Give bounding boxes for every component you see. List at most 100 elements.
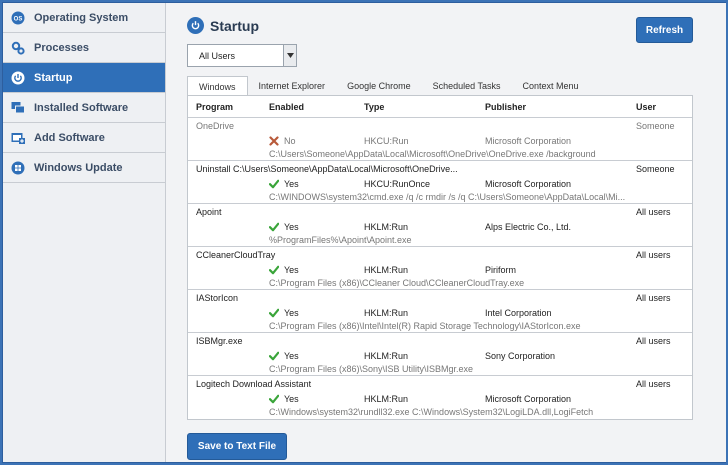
tab-windows[interactable]: Windows [187, 76, 248, 96]
windows-logo-icon [11, 161, 25, 175]
table-row[interactable]: Logitech Download Assistant All users Ye… [188, 376, 692, 419]
program-name: Logitech Download Assistant [196, 379, 312, 389]
command-cell: C:\WINDOWS\system32\cmd.exe /q /c rmdir … [269, 192, 626, 202]
publisher-cell: Microsoft Corporation [485, 394, 572, 404]
save-to-text-file-button[interactable]: Save to Text File [187, 433, 287, 460]
type-cell: HKLM:Run [364, 222, 409, 232]
program-name: ISBMgr.exe [196, 336, 243, 346]
enabled-cell: Yes [269, 308, 299, 318]
user-cell: All users [636, 336, 671, 346]
user-filter-dropdown[interactable]: All Users [187, 44, 297, 67]
type-cell: HKLM:Run [364, 351, 409, 361]
table-row[interactable]: Apoint All users Yes HKLM:Run Alps Elect… [188, 204, 692, 247]
checkmark-icon [269, 265, 279, 275]
table-header: Program Enabled Type Publisher User [188, 96, 692, 118]
power-icon [11, 71, 25, 85]
table-row[interactable]: Uninstall C:\Users\Someone\AppData\Local… [188, 161, 692, 204]
main-content: Startup Refresh All Users Windows Intern… [167, 3, 726, 462]
column-header-type[interactable]: Type [364, 102, 384, 112]
enabled-label: Yes [284, 179, 299, 189]
table-row[interactable]: IAStorIcon All users Yes HKLM:Run Intel … [188, 290, 692, 333]
sidebar-item-label: Operating System [34, 11, 129, 24]
user-cell: Someone [636, 164, 675, 174]
sidebar-item-installed-software[interactable]: Installed Software [3, 93, 165, 123]
user-cell: Someone [636, 121, 675, 131]
type-cell: HKLM:Run [364, 265, 409, 275]
checkmark-icon [269, 351, 279, 361]
table-row[interactable]: ISBMgr.exe All users Yes HKLM:Run Sony C… [188, 333, 692, 376]
type-cell: HKLM:Run [364, 308, 409, 318]
window-add-icon [11, 131, 25, 145]
sidebar-item-processes[interactable]: Processes [3, 33, 165, 63]
enabled-label: Yes [284, 351, 299, 361]
tab-google-chrome[interactable]: Google Chrome [336, 76, 422, 96]
page-title: Startup [210, 17, 259, 34]
table-row[interactable]: OneDrive Someone No HKCU:Run Microsoft C… [188, 118, 692, 161]
table-row[interactable]: CCleanerCloudTray All users Yes HKLM:Run… [188, 247, 692, 290]
power-icon [187, 17, 204, 34]
sidebar-item-label: Add Software [34, 131, 105, 144]
command-cell: C:\Program Files (x86)\Intel\Intel(R) Ra… [269, 321, 581, 331]
command-cell: C:\Users\Someone\AppData\Local\Microsoft… [269, 149, 596, 159]
enabled-label: Yes [284, 308, 299, 318]
enabled-cell: No [269, 136, 296, 146]
sidebar-item-startup[interactable]: Startup [3, 63, 165, 93]
page-header: Startup [187, 17, 259, 34]
enabled-label: Yes [284, 265, 299, 275]
column-header-user[interactable]: User [636, 102, 656, 112]
enabled-cell: Yes [269, 265, 299, 275]
refresh-button[interactable]: Refresh [636, 17, 693, 43]
checkmark-icon [269, 222, 279, 232]
publisher-cell: Microsoft Corporation [485, 179, 572, 189]
sidebar-item-windows-update[interactable]: Windows Update [3, 153, 165, 183]
command-cell: C:\Program Files (x86)\CCleaner Cloud\CC… [269, 278, 525, 288]
type-cell: HKCU:RunOnce [364, 179, 431, 189]
type-cell: HKCU:Run [364, 136, 409, 146]
command-cell: C:\Windows\system32\rundll32.exe C:\Wind… [269, 407, 594, 417]
sidebar: OS Operating System Processes Startup In… [3, 3, 166, 462]
publisher-cell: Alps Electric Co., Ltd. [485, 222, 572, 232]
enabled-cell: Yes [269, 394, 299, 404]
startup-table: Program Enabled Type Publisher User OneD… [187, 95, 693, 420]
enabled-cell: Yes [269, 222, 299, 232]
sidebar-item-add-software[interactable]: Add Software [3, 123, 165, 153]
user-cell: All users [636, 250, 671, 260]
user-cell: All users [636, 379, 671, 389]
checkmark-icon [269, 308, 279, 318]
sidebar-item-operating-system[interactable]: OS Operating System [3, 3, 165, 33]
column-header-publisher[interactable]: Publisher [485, 102, 526, 112]
publisher-cell: Piriform [485, 265, 516, 275]
command-cell: %ProgramFiles%\Apoint\Apoint.exe [269, 235, 412, 245]
tab-context-menu[interactable]: Context Menu [512, 76, 590, 96]
column-header-enabled[interactable]: Enabled [269, 102, 304, 112]
gears-icon [11, 41, 25, 55]
cross-icon [269, 136, 279, 146]
command-cell: C:\Program Files (x86)\Sony\ISB Utility\… [269, 364, 474, 374]
program-name: CCleanerCloudTray [196, 250, 276, 260]
publisher-cell: Intel Corporation [485, 308, 552, 318]
app-window: OS Operating System Processes Startup In… [2, 2, 726, 463]
sidebar-item-label: Windows Update [34, 161, 123, 174]
enabled-label: Yes [284, 222, 299, 232]
os-badge-icon: OS [11, 11, 25, 25]
chevron-down-icon[interactable] [283, 45, 296, 66]
enabled-label: No [284, 136, 296, 146]
column-header-program[interactable]: Program [196, 102, 233, 112]
tab-scheduled-tasks[interactable]: Scheduled Tasks [422, 76, 512, 96]
type-cell: HKLM:Run [364, 394, 409, 404]
program-name: Apoint [196, 207, 222, 217]
program-name: OneDrive [196, 121, 235, 131]
tab-internet-explorer[interactable]: Internet Explorer [248, 76, 337, 96]
checkmark-icon [269, 179, 279, 189]
enabled-cell: Yes [269, 179, 299, 189]
program-name: IAStorIcon [196, 293, 239, 303]
publisher-cell: Sony Corporation [485, 351, 556, 361]
program-name: Uninstall C:\Users\Someone\AppData\Local… [196, 164, 458, 174]
windows-stack-icon [11, 101, 25, 115]
enabled-cell: Yes [269, 351, 299, 361]
user-cell: All users [636, 207, 671, 217]
enabled-label: Yes [284, 394, 299, 404]
sidebar-item-label: Installed Software [34, 101, 129, 114]
publisher-cell: Microsoft Corporation [485, 136, 572, 146]
sidebar-item-label: Startup [34, 71, 73, 84]
